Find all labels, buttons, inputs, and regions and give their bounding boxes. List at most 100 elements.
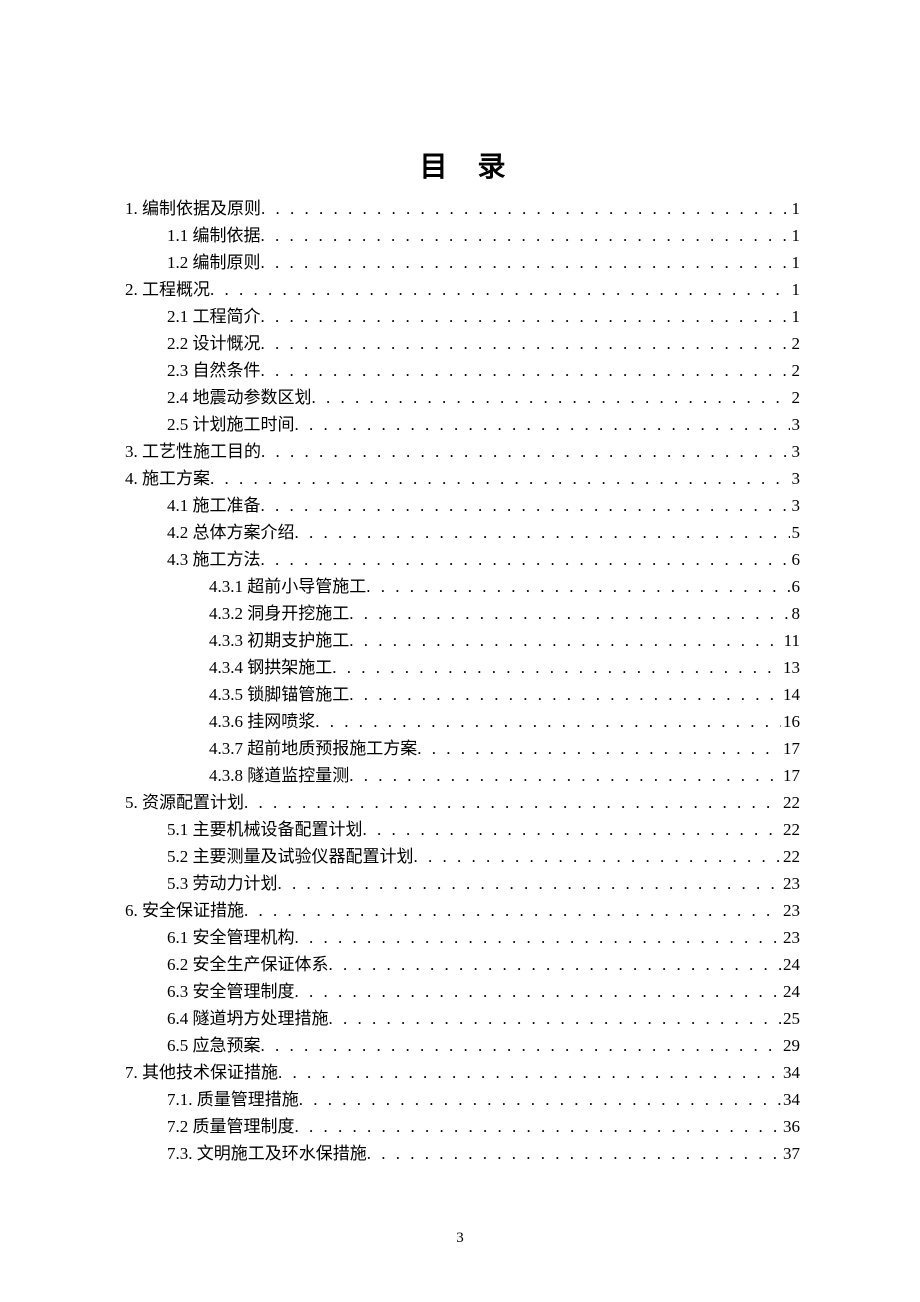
toc-entry-page: 34 [781, 1059, 800, 1086]
toc-entry: 2.4 地震动参数区划2 [125, 384, 800, 411]
toc-entry-label: 4.1 施工准备 [167, 492, 261, 519]
toc-entry-label: 4.3.8 隧道监控量测 [209, 762, 349, 789]
toc-entry: 6.2 安全生产保证体系24 [125, 951, 800, 978]
toc-leader-dots [299, 1086, 781, 1113]
toc-leader-dots [367, 1140, 781, 1167]
toc-leader-dots [366, 573, 789, 600]
toc-entry-page: 2 [790, 357, 801, 384]
document-page: 目录 1. 编制依据及原则11.1 编制依据11.2 编制原则12. 工程概况1… [0, 0, 920, 1302]
toc-entry-label: 5. 资源配置计划 [125, 789, 244, 816]
toc-entry-page: 29 [781, 1032, 800, 1059]
toc-entry-label: 5.2 主要测量及试验仪器配置计划 [167, 843, 414, 870]
toc-entry: 3. 工艺性施工目的 3 [125, 438, 800, 465]
toc-entry: 4.3.8 隧道监控量测 17 [125, 762, 800, 789]
toc-entry-label: 4.3.4 钢拱架施工 [209, 654, 332, 681]
toc-entry-page: 1 [790, 249, 801, 276]
toc-entry-page: 6 [790, 573, 801, 600]
toc-entry-page: 8 [790, 600, 801, 627]
toc-leader-dots [417, 735, 781, 762]
toc-entry-label: 6.2 安全生产保证体系 [167, 951, 329, 978]
toc-entry-label: 7. 其他技术保证措施 [125, 1059, 278, 1086]
toc-entry-page: 2 [790, 330, 801, 357]
toc-entry: 5.1 主要机械设备配置计划 22 [125, 816, 800, 843]
toc-entry-page: 36 [781, 1113, 800, 1140]
toc-leader-dots [349, 681, 781, 708]
toc-entry-label: 2. 工程概况 [125, 276, 210, 303]
toc-entry: 2.3 自然条件 2 [125, 357, 800, 384]
toc-entry: 4.3.3 初期支护施工11 [125, 627, 800, 654]
toc-entry: 4.3.2 洞身开挖施工8 [125, 600, 800, 627]
toc-leader-dots [349, 762, 781, 789]
toc-entry-label: 6.5 应急预案 [167, 1032, 261, 1059]
toc-entry-page: 1 [790, 195, 801, 222]
toc-list: 1. 编制依据及原则11.1 编制依据11.2 编制原则12. 工程概况12.1… [125, 195, 800, 1167]
toc-entry: 6.1 安全管理机构23 [125, 924, 800, 951]
toc-entry-label: 5.1 主要机械设备配置计划 [167, 816, 363, 843]
toc-leader-dots [261, 1032, 782, 1059]
toc-entry: 2.2 设计慨况2 [125, 330, 800, 357]
toc-entry-label: 4. 施工方案 [125, 465, 210, 492]
toc-leader-dots [244, 897, 781, 924]
toc-leader-dots [278, 870, 782, 897]
toc-entry: 4.1 施工准备 3 [125, 492, 800, 519]
toc-entry-label: 6.3 安全管理制度 [167, 978, 295, 1005]
toc-entry-page: 24 [781, 978, 800, 1005]
toc-entry-label: 7.2 质量管理制度 [167, 1113, 295, 1140]
toc-entry-label: 6. 安全保证措施 [125, 897, 244, 924]
toc-entry-page: 14 [781, 681, 800, 708]
toc-entry: 7. 其他技术保证措施 34 [125, 1059, 800, 1086]
toc-entry: 4.3.6 挂网喷浆16 [125, 708, 800, 735]
toc-entry-page: 16 [781, 708, 800, 735]
toc-leader-dots [261, 492, 790, 519]
toc-leader-dots [261, 195, 790, 222]
toc-entry-label: 1. 编制依据及原则 [125, 195, 261, 222]
toc-entry: 4.3.4 钢拱架施工 13 [125, 654, 800, 681]
toc-entry: 4. 施工方案3 [125, 465, 800, 492]
toc-entry: 4.3 施工方法 6 [125, 546, 800, 573]
toc-entry-page: 13 [781, 654, 800, 681]
toc-title: 目录 [125, 145, 800, 185]
toc-entry: 7.1. 质量管理措施34 [125, 1086, 800, 1113]
toc-entry: 4.3.1 超前小导管施工6 [125, 573, 800, 600]
toc-leader-dots [210, 465, 790, 492]
toc-entry-page: 25 [781, 1005, 800, 1032]
toc-leader-dots [315, 708, 781, 735]
toc-entry: 4.3.5 锁脚锚管施工14 [125, 681, 800, 708]
toc-leader-dots [295, 924, 782, 951]
toc-leader-dots [261, 222, 790, 249]
toc-entry-label: 4.3 施工方法 [167, 546, 261, 573]
toc-entry-page: 6 [790, 546, 801, 573]
toc-entry-page: 22 [781, 789, 800, 816]
toc-entry-label: 3. 工艺性施工目的 [125, 438, 261, 465]
toc-leader-dots [295, 411, 790, 438]
toc-leader-dots [244, 789, 781, 816]
toc-entry-page: 3 [790, 438, 801, 465]
toc-entry-label: 4.3.7 超前地质预报施工方案 [209, 735, 417, 762]
toc-entry-label: 2.4 地震动参数区划 [167, 384, 312, 411]
toc-leader-dots [312, 384, 790, 411]
toc-entry: 4.2 总体方案介绍5 [125, 519, 800, 546]
toc-leader-dots [278, 1059, 781, 1086]
toc-leader-dots [210, 276, 790, 303]
toc-leader-dots [332, 654, 781, 681]
page-number: 3 [0, 1230, 920, 1247]
toc-entry: 4.3.7 超前地质预报施工方案17 [125, 735, 800, 762]
toc-leader-dots [349, 627, 781, 654]
toc-leader-dots [261, 357, 790, 384]
toc-entry-page: 3 [790, 492, 801, 519]
toc-entry-page: 22 [781, 816, 800, 843]
toc-entry: 5. 资源配置计划 22 [125, 789, 800, 816]
toc-leader-dots [414, 843, 782, 870]
toc-leader-dots [295, 978, 782, 1005]
toc-entry: 1. 编制依据及原则 1 [125, 195, 800, 222]
toc-entry-page: 1 [790, 222, 801, 249]
toc-entry-page: 23 [781, 924, 800, 951]
toc-leader-dots [261, 546, 790, 573]
toc-entry-page: 1 [790, 276, 801, 303]
toc-leader-dots [295, 1113, 782, 1140]
toc-entry-label: 7.3. 文明施工及环水保措施 [167, 1140, 367, 1167]
toc-leader-dots [363, 816, 782, 843]
toc-entry-label: 2.3 自然条件 [167, 357, 261, 384]
toc-entry: 2. 工程概况 1 [125, 276, 800, 303]
toc-entry-page: 17 [781, 762, 800, 789]
